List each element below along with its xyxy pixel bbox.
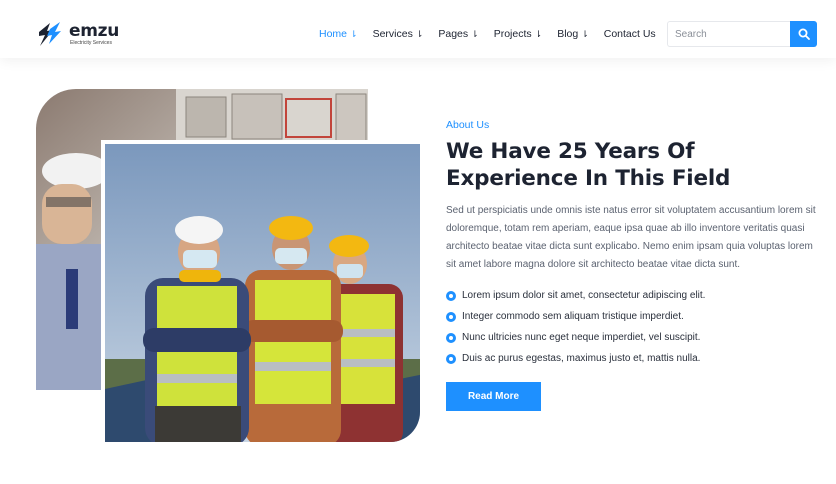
read-more-button[interactable]: Read More — [446, 382, 541, 411]
nav-item-label: Services — [372, 28, 413, 40]
nav-item-blog[interactable]: Blog ⇂ — [557, 28, 589, 40]
list-item: Lorem ipsum dolor sit amet, consectetur … — [446, 285, 705, 306]
nav-item-contact[interactable]: Contact Us — [604, 28, 656, 40]
logo[interactable]: emzu Electricity Services — [36, 20, 120, 48]
search-button[interactable] — [790, 21, 817, 47]
nav-item-label: Pages — [438, 28, 469, 40]
bullet-circle-icon — [446, 332, 456, 343]
workers-team-photo — [101, 140, 420, 442]
nav-item-label: Blog — [557, 28, 579, 40]
dropdown-arrow-icon: ⇂ — [581, 28, 589, 39]
section-eyebrow: About Us — [446, 119, 490, 131]
nav-item-label: Home — [319, 28, 348, 40]
brand-name: emzu — [69, 21, 120, 41]
nav-item-home[interactable]: Home ⇂ — [319, 28, 358, 40]
dropdown-arrow-icon: ⇂ — [471, 28, 479, 39]
list-item: Nunc ultricies nunc eget neque imperdiet… — [446, 327, 705, 348]
dropdown-arrow-icon: ⇂ — [350, 28, 358, 39]
list-item: Duis ac purus egestas, maximus justo et,… — [446, 348, 705, 369]
nav-item-services[interactable]: Services ⇂ — [373, 28, 424, 40]
list-item-text: Nunc ultricies nunc eget neque imperdiet… — [462, 332, 701, 343]
dropdown-arrow-icon: ⇂ — [415, 28, 424, 39]
site-header: emzu Electricity Services Home ⇂ Service… — [0, 0, 836, 58]
search-input[interactable] — [667, 21, 790, 47]
list-item-text: Integer commodo sem aliquam tristique im… — [462, 311, 684, 322]
list-item-text: Duis ac purus egestas, maximus justo et,… — [462, 353, 701, 364]
feature-list: Lorem ipsum dolor sit amet, consectetur … — [446, 285, 705, 369]
section-heading: We Have 25 Years Of Experience In This F… — [446, 139, 731, 191]
nav-item-pages[interactable]: Pages ⇂ — [438, 28, 478, 40]
section-paragraph: Sed ut perspiciatis unde omnis iste natu… — [446, 205, 816, 270]
search-box — [667, 21, 817, 47]
workers-illustration — [105, 144, 420, 442]
nav-item-label: Projects — [493, 28, 532, 40]
main-nav: Home ⇂ Services ⇂ Pages ⇂ Projects ⇂ Blo… — [319, 28, 671, 40]
nav-item-projects[interactable]: Projects ⇂ — [494, 28, 542, 40]
list-item-text: Lorem ipsum dolor sit amet, consectetur … — [462, 290, 706, 301]
lightning-logo-icon — [39, 22, 61, 46]
brand-tagline: Electricity Services — [70, 40, 112, 46]
bullet-circle-icon — [446, 353, 456, 364]
dropdown-arrow-icon: ⇂ — [534, 28, 543, 39]
bullet-circle-icon — [446, 311, 456, 322]
bullet-circle-icon — [446, 290, 456, 301]
nav-item-label: Contact Us — [603, 28, 656, 40]
search-icon — [798, 28, 810, 40]
list-item: Integer commodo sem aliquam tristique im… — [446, 306, 705, 327]
